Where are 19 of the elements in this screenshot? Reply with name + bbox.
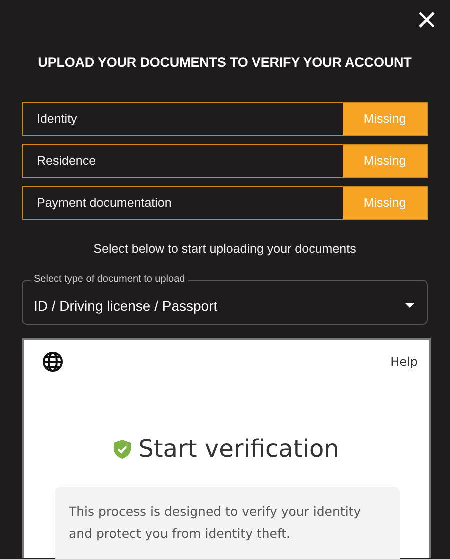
shield-check-icon <box>114 440 131 458</box>
status-badge: Missing <box>343 145 427 177</box>
document-name: Identity <box>36 111 78 128</box>
help-link[interactable]: Help <box>390 355 418 369</box>
document-name: Payment documentation <box>36 195 173 212</box>
dropdown-label: Select type of document to upload <box>33 274 186 286</box>
status-badge: Missing <box>343 187 427 219</box>
caret-icon <box>405 302 415 308</box>
globe-icon[interactable] <box>42 351 64 373</box>
document-type-dropdown[interactable]: Select type of document to upload ID / Driving license / Passport <box>22 274 428 325</box>
status-badge: Missing <box>343 103 427 135</box>
close-button[interactable] <box>418 11 436 29</box>
dropdown-value: ID / Driving license / Passport <box>34 298 219 314</box>
dialog-title: UPLOAD YOUR DOCUMENTS TO VERIFY YOUR ACCOUNT <box>37 55 413 70</box>
verification-description: This process is designed to verify your identity and protect you from identity theft. <box>69 503 362 543</box>
instruction-text: Select below to start uploading your documents <box>92 242 358 256</box>
verification-heading: Start verification <box>138 435 340 463</box>
document-name: Residence <box>36 153 98 170</box>
close-icon <box>418 11 436 29</box>
